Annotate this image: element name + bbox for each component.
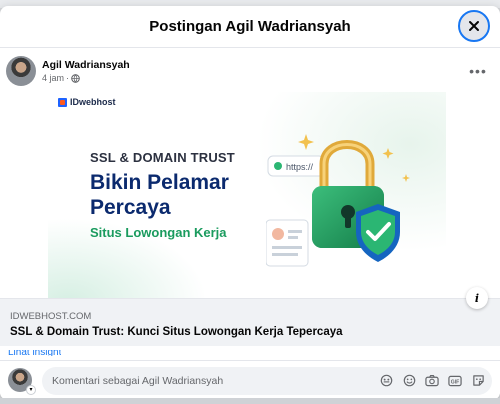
comment-input[interactable] bbox=[52, 374, 378, 387]
info-icon: i bbox=[474, 291, 480, 305]
image-kicker: SSL & DOMAIN TRUST bbox=[90, 150, 235, 165]
gif-icon[interactable]: GIF bbox=[447, 373, 463, 389]
emoji-icon[interactable] bbox=[401, 373, 417, 389]
author-name[interactable]: Agil Wadriansyah bbox=[42, 59, 130, 71]
close-button[interactable] bbox=[458, 10, 490, 42]
link-preview-image[interactable]: IDwebhost SSL & DOMAIN TRUST Bikin Pelam… bbox=[48, 92, 446, 298]
more-icon: ••• bbox=[469, 63, 487, 79]
dialog-header: Postingan Agil Wadriansyah bbox=[0, 6, 500, 48]
composer-avatar-button[interactable]: ▾ bbox=[8, 367, 36, 395]
comment-composer: ▾ Komentari sebagai Agil Wadriansyah GIF bbox=[0, 360, 500, 400]
camera-icon[interactable] bbox=[424, 373, 440, 389]
post-meta: 4 jam · bbox=[42, 73, 130, 83]
svg-text:GIF: GIF bbox=[451, 379, 460, 385]
globe-icon bbox=[71, 73, 80, 83]
composer-icons: GIF bbox=[378, 373, 486, 389]
link-title: SSL & Domain Trust: Kunci Situs Lowongan… bbox=[10, 326, 343, 338]
image-subheadline: Situs Lowongan Kerja bbox=[90, 225, 227, 240]
meta-separator: · bbox=[66, 73, 70, 83]
info-button[interactable]: i bbox=[466, 287, 488, 309]
author-avatar[interactable] bbox=[6, 56, 36, 86]
author-block: Agil Wadriansyah 4 jam · bbox=[42, 59, 130, 83]
address-bar-text: https:// bbox=[286, 162, 314, 172]
link-preview-meta[interactable]: i IDWEBHOST.COM SSL & Domain Trust: Kunc… bbox=[0, 287, 500, 346]
dialog-title: Postingan Agil Wadriansyah bbox=[149, 18, 351, 35]
chevron-down-icon: ▾ bbox=[26, 384, 36, 395]
post-header: Agil Wadriansyah 4 jam · ••• bbox=[0, 48, 500, 92]
link-domain: IDWEBHOST.COM bbox=[10, 311, 92, 322]
padlock-shield-illustration: https:// bbox=[266, 134, 410, 267]
comment-input-wrapper: GIF bbox=[42, 366, 492, 395]
brand-mark-icon bbox=[58, 97, 67, 107]
image-headline: Bikin Pelamar Percaya bbox=[90, 171, 229, 219]
page-backdrop-bottom bbox=[0, 398, 500, 404]
brand-logo: IDwebhost bbox=[58, 97, 116, 107]
brand-name: IDwebhost bbox=[70, 97, 116, 107]
avatar-sticker-icon[interactable] bbox=[378, 373, 394, 389]
post-dialog: Postingan Agil Wadriansyah Agil Wadrians… bbox=[0, 6, 500, 400]
post-content: IDwebhost SSL & DOMAIN TRUST Bikin Pelam… bbox=[0, 92, 500, 356]
sticker-icon[interactable] bbox=[470, 373, 486, 389]
close-icon bbox=[469, 21, 479, 31]
insights-link[interactable]: Lihat insight bbox=[8, 350, 61, 356]
more-options-button[interactable]: ••• bbox=[466, 59, 490, 83]
post-time[interactable]: 4 jam bbox=[42, 73, 64, 83]
